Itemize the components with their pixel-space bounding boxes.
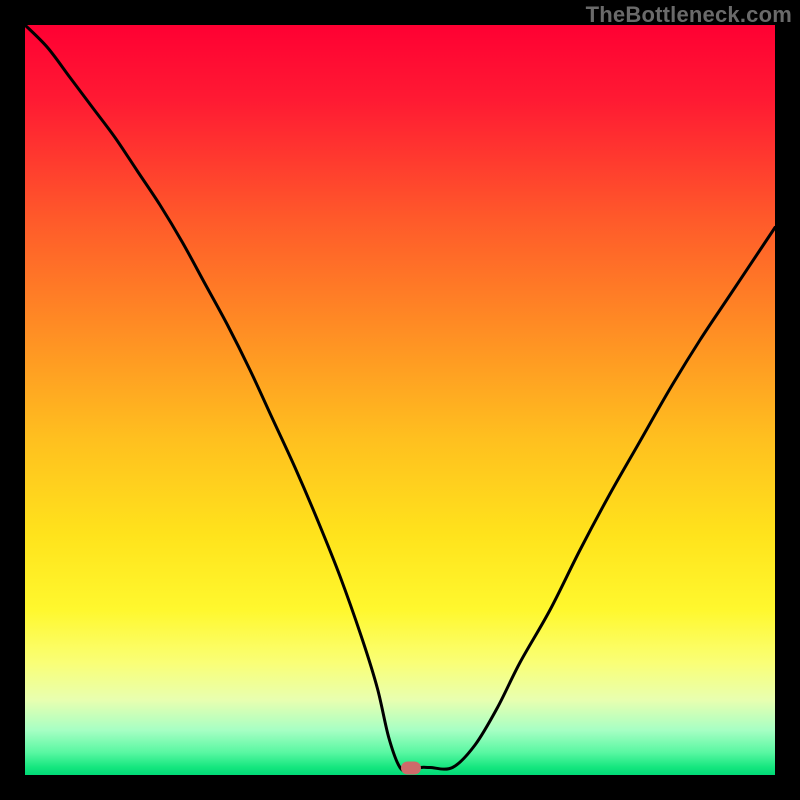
plot-area: [25, 25, 775, 775]
curve-svg: [25, 25, 775, 775]
chart-container: TheBottleneck.com: [0, 0, 800, 800]
watermark-text: TheBottleneck.com: [586, 2, 792, 28]
bottleneck-curve: [25, 25, 775, 772]
optimal-marker: [401, 761, 421, 774]
